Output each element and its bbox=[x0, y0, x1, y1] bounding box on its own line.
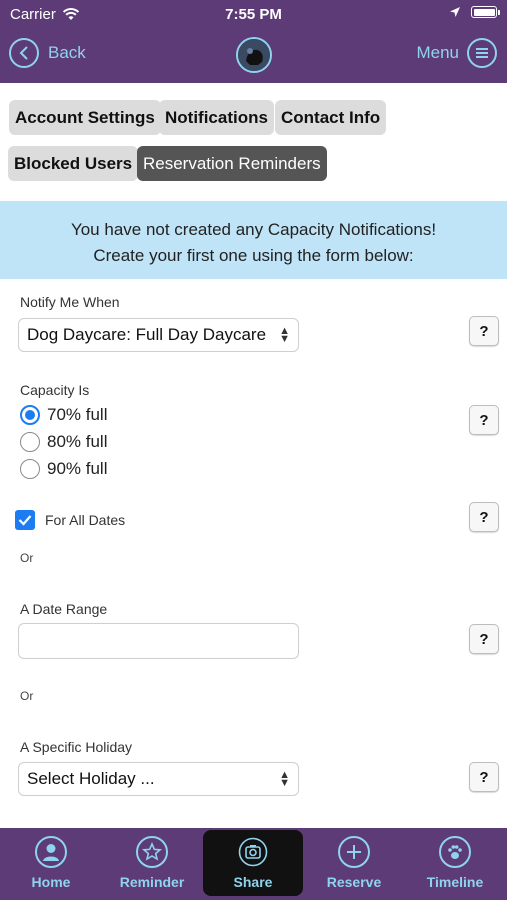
tabbar-label: Share bbox=[233, 874, 273, 890]
menu-button[interactable]: Menu bbox=[416, 38, 497, 68]
status-time: 7:55 PM bbox=[225, 6, 282, 23]
tabbar-share[interactable]: Share bbox=[203, 830, 303, 896]
tabbar-label: Timeline bbox=[426, 874, 484, 890]
back-button[interactable]: Back bbox=[9, 38, 86, 68]
holiday-select[interactable]: Select Holiday ... ▲ ▼ bbox=[18, 762, 299, 796]
notify-label: Notify Me When bbox=[20, 294, 120, 310]
bottom-tab-bar: Home Reminder Share Reserve Timeline bbox=[0, 828, 507, 900]
status-bar: Carrier 7:55 PM bbox=[0, 0, 507, 30]
capacity-option-label: 90% full bbox=[47, 459, 108, 478]
banner-line-2: Create your first one using the form bel… bbox=[93, 246, 414, 265]
holiday-help-button[interactable]: ? bbox=[469, 762, 499, 792]
tabbar-label: Reminder bbox=[119, 874, 185, 890]
capacity-option-label: 80% full bbox=[47, 432, 108, 451]
checkmark-icon bbox=[18, 515, 32, 526]
capacity-option-90[interactable]: 90% full bbox=[20, 459, 107, 479]
tabbar-timeline[interactable]: Timeline bbox=[405, 828, 505, 900]
capacity-help-button[interactable]: ? bbox=[469, 405, 499, 435]
hamburger-icon bbox=[467, 38, 497, 68]
all-dates-checkbox-row[interactable]: For All Dates bbox=[15, 510, 125, 530]
radio-selected[interactable] bbox=[20, 405, 40, 425]
tabbar-reminder[interactable]: Reminder bbox=[102, 828, 202, 900]
tabbar-home[interactable]: Home bbox=[1, 828, 101, 900]
date-range-label: A Date Range bbox=[20, 601, 108, 617]
app-logo bbox=[236, 37, 272, 73]
holiday-label: A Specific Holiday bbox=[20, 739, 133, 755]
radio-unselected[interactable] bbox=[20, 459, 40, 479]
select-caret-icon: ▲ ▼ bbox=[279, 325, 290, 345]
radio-unselected[interactable] bbox=[20, 432, 40, 452]
date-range-help-button[interactable]: ? bbox=[469, 624, 499, 654]
tab-account-settings[interactable]: Account Settings bbox=[9, 100, 161, 135]
plus-icon bbox=[338, 836, 370, 868]
menu-label: Menu bbox=[416, 43, 459, 62]
all-dates-label: For All Dates bbox=[45, 512, 126, 528]
all-dates-help-button[interactable]: ? bbox=[469, 502, 499, 532]
tab-reservation-reminders[interactable]: Reservation Reminders bbox=[137, 146, 327, 181]
or-separator: Or bbox=[20, 551, 34, 565]
capacity-option-70[interactable]: 70% full bbox=[20, 405, 107, 425]
holiday-select-value: Select Holiday ... bbox=[27, 769, 155, 788]
notify-select[interactable]: Dog Daycare: Full Day Daycare ▲ ▼ bbox=[18, 318, 299, 352]
capacity-option-80[interactable]: 80% full bbox=[20, 432, 107, 452]
navigation-bar: Back Menu bbox=[0, 34, 507, 78]
app-header: Carrier 7:55 PM Back Menu bbox=[0, 0, 507, 83]
tabbar-label: Home bbox=[31, 874, 71, 890]
person-icon bbox=[35, 836, 67, 868]
camera-icon bbox=[237, 836, 269, 868]
tabbar-label: Reserve bbox=[326, 874, 382, 890]
or-separator: Or bbox=[20, 689, 34, 703]
notify-help-button[interactable]: ? bbox=[469, 316, 499, 346]
date-range-input[interactable] bbox=[18, 623, 299, 659]
banner-line-1: You have not created any Capacity Notifi… bbox=[70, 220, 437, 239]
capacity-option-label: 70% full bbox=[47, 405, 108, 424]
battery-icon bbox=[471, 6, 500, 18]
location-arrow-icon bbox=[450, 7, 460, 17]
chevron-left-icon bbox=[9, 38, 39, 68]
tab-blocked-users[interactable]: Blocked Users bbox=[8, 146, 139, 181]
status-right bbox=[449, 6, 500, 18]
checkbox-checked[interactable] bbox=[15, 510, 35, 530]
select-caret-icon: ▲ ▼ bbox=[279, 769, 290, 789]
info-banner: You have not created any Capacity Notifi… bbox=[0, 201, 507, 279]
star-icon bbox=[136, 836, 168, 868]
tabbar-reserve[interactable]: Reserve bbox=[304, 828, 404, 900]
tab-notifications[interactable]: Notifications bbox=[159, 100, 274, 135]
settings-tabs: Account Settings Notifications Contact I… bbox=[0, 83, 507, 201]
capacity-label: Capacity Is bbox=[20, 382, 90, 398]
tab-contact-info[interactable]: Contact Info bbox=[275, 100, 387, 135]
back-label: Back bbox=[48, 43, 86, 62]
notify-select-value: Dog Daycare: Full Day Daycare bbox=[27, 325, 267, 344]
paw-icon bbox=[439, 836, 471, 868]
